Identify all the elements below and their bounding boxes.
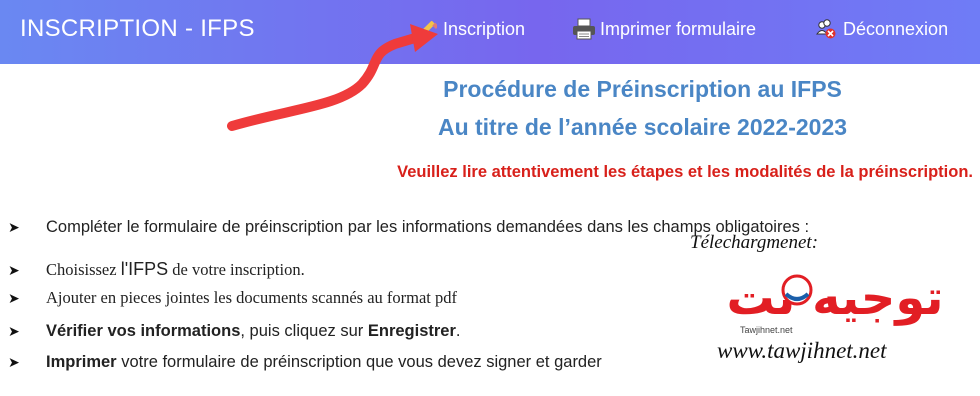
bullet-arrow-icon: ➤	[8, 323, 20, 339]
watermark-small-url: Tawjihnet.net	[740, 325, 793, 335]
step-item: ➤ Compléter le formulaire de préinscripti…	[8, 218, 809, 237]
step-text: , puis cliquez sur	[240, 322, 368, 340]
watermark-download-label: Télechargmenet:	[690, 232, 819, 253]
nav-inscription-label: Inscription	[443, 18, 526, 39]
procedure-title: Procédure de Préinscription au IFPS	[443, 76, 842, 102]
nav-print-form[interactable]: Imprimer formulaire	[572, 18, 756, 40]
top-navbar: INSCRIPTION - IFPS Inscription Imprimer …	[0, 0, 980, 64]
step-text: de votre inscription.	[168, 260, 305, 279]
step-item: ➤ Vérifier vos informations, puis cliquez…	[8, 322, 461, 341]
step-text: .	[455, 322, 461, 340]
printer-icon	[572, 18, 595, 40]
school-year-title: Au titre de l’année scolaire 2022-2023	[437, 114, 848, 140]
reading-notice: Veuillez lire attentivement les étapes e…	[397, 163, 973, 181]
bullet-arrow-icon: ➤	[8, 354, 20, 370]
bullet-arrow-icon: ➤	[8, 292, 20, 307]
step-text: Choisissez	[46, 260, 121, 279]
step-item: ➤ Ajouter en pieces jointes les documents…	[8, 288, 457, 308]
step-text: votre formulaire de préinscription que v…	[116, 353, 602, 371]
step-text-ifps: l'IFPS	[120, 259, 169, 279]
step-text-bold: Enregistrer	[367, 322, 456, 340]
nav-print-label: Imprimer formulaire	[600, 18, 757, 39]
watermark-url[interactable]: www.tawjihnet.net	[717, 338, 887, 364]
bullet-arrow-icon: ➤	[8, 264, 20, 279]
step-item: ➤ Choisissez l'IFPS de votre inscription.	[8, 259, 305, 280]
logout-icon	[815, 18, 837, 40]
bullet-arrow-icon: ➤	[8, 219, 20, 235]
step-text: Ajouter en pieces jointes les documents …	[46, 288, 458, 307]
nav-logout[interactable]: Déconnexion	[815, 18, 948, 40]
nav-logout-label: Déconnexion	[843, 18, 949, 39]
step-item: ➤ Imprimer votre formulaire de préinscrip…	[8, 353, 602, 372]
watermark-arabic: توجيه نت	[727, 270, 944, 326]
step-text-bold: Vérifier vos informations	[46, 322, 241, 340]
step-text-bold: Imprimer	[46, 353, 117, 371]
